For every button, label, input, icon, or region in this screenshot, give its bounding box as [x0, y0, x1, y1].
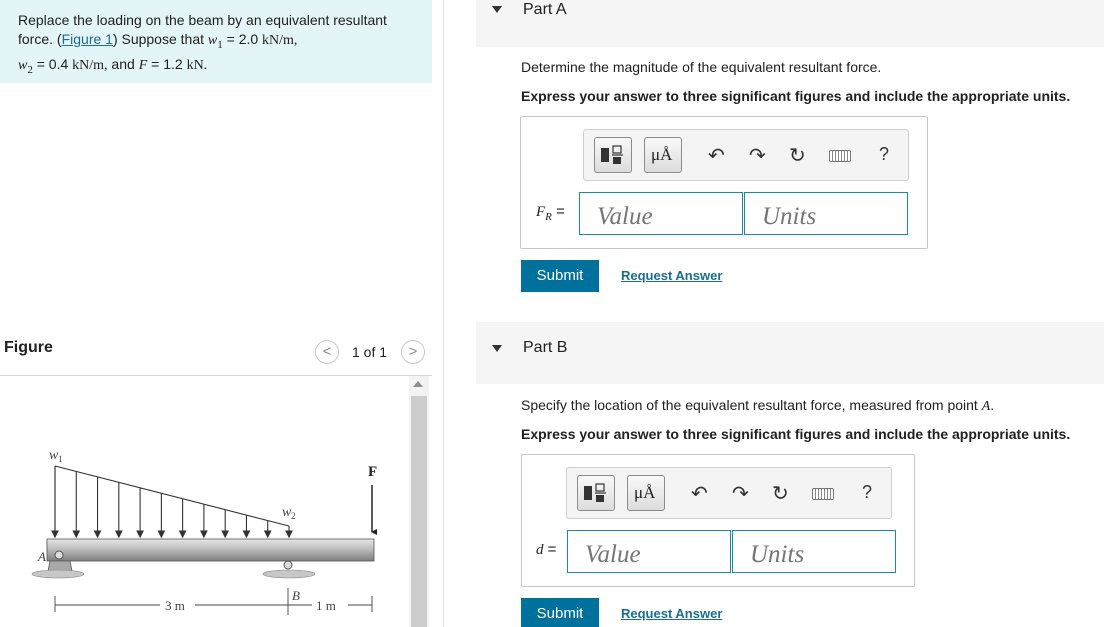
part-b-value-input[interactable] [567, 530, 731, 573]
collapse-arrow-icon[interactable] [492, 345, 502, 352]
beam [46, 538, 375, 562]
scroll-up-arrow-icon[interactable] [413, 381, 423, 387]
part-b-toolbar: μÅ ↶ ↷ ↻ ? [566, 467, 892, 519]
part-b-units-input[interactable] [732, 530, 896, 573]
keyboard-icon[interactable] [812, 488, 834, 500]
pin-support-a [47, 560, 73, 572]
units-symbol: μÅ [634, 483, 656, 502]
w2-symbol: w [18, 57, 28, 73]
load-arrow-head-icon [51, 530, 59, 539]
keyboard-icon[interactable] [829, 150, 851, 162]
part-b-title: Part B [523, 339, 568, 356]
force-f-label: F [368, 464, 377, 480]
load-arrow-head-icon [114, 530, 123, 539]
reset-icon[interactable]: ↻ [772, 481, 789, 506]
undo-icon[interactable]: ↶ [691, 481, 708, 506]
redo-icon[interactable]: ↷ [749, 143, 766, 168]
figure-link[interactable]: Figure 1 [62, 31, 113, 47]
roller-b-icon [283, 560, 293, 570]
units-button[interactable]: μÅ [627, 475, 665, 511]
point-a-label: A [37, 549, 46, 564]
part-a-instruction: Express your answer to three significant… [521, 88, 1071, 104]
load-arrow-head-icon [285, 530, 293, 539]
ground-b [262, 569, 316, 579]
f-value: = 1.2 [147, 55, 187, 72]
dimension-3m: 3 m [165, 598, 185, 613]
load-arrow-head-icon [72, 530, 81, 539]
part-a-toolbar: μÅ ↶ ↷ ↻ ? [583, 129, 909, 181]
templates-button[interactable] [577, 475, 615, 511]
help-icon[interactable]: ? [862, 482, 872, 503]
load-arrow-head-icon [200, 530, 208, 539]
figure-count: 1 of 1 [352, 344, 388, 360]
part-a-answer-box: μÅ ↶ ↷ ↻ ? FR = [520, 116, 928, 249]
part-b-question: Specify the location of the equivalent r… [521, 397, 994, 415]
part-b-question-end: . [990, 397, 995, 413]
figure-prev-button[interactable]: < [315, 340, 339, 364]
part-a-units-input[interactable] [744, 192, 908, 235]
part-a-header[interactable]: Part A [476, 0, 1104, 47]
part-a-question: Determine the magnitude of the equivalen… [521, 59, 882, 75]
fr-label-main: F [536, 204, 546, 220]
w1-value: = 2.0 [222, 31, 263, 47]
part-b-question-text: Specify the location of the equivalent r… [521, 397, 982, 413]
problem-statement: Replace the loading on the beam by an eq… [0, 0, 432, 83]
load-arrow-head-icon [93, 530, 102, 539]
f-unit: kN. [186, 57, 208, 73]
reset-icon[interactable]: ↻ [789, 143, 806, 168]
beam-figure: w 1 w 2 F A B 3 m 1 m [31, 448, 377, 615]
part-a-value-input[interactable] [579, 192, 743, 235]
w1-label-sub: 1 [58, 454, 63, 464]
part-b-header[interactable]: Part B [476, 322, 1104, 384]
panel-divider [443, 0, 444, 627]
load-arrow-head-icon [157, 530, 166, 539]
redo-icon[interactable]: ↷ [732, 481, 749, 506]
part-b-question-point: A [981, 399, 991, 414]
and-text: and [107, 55, 139, 72]
ground-a [31, 569, 85, 579]
collapse-arrow-icon[interactable] [492, 6, 502, 13]
fraction-template-icon [584, 483, 606, 502]
d-label-main: d [536, 542, 544, 558]
figure-next-button[interactable]: > [401, 340, 425, 364]
w1-unit: kN/m, [262, 33, 298, 48]
dimension-1m: 1 m [316, 598, 336, 613]
part-a-title: Part A [523, 1, 567, 18]
part-b-answer-box: μÅ ↶ ↷ ↻ ? d = [521, 454, 915, 587]
w1-symbol: w [207, 33, 218, 48]
load-arrows [51, 466, 293, 539]
w2-label-sub: 2 [291, 511, 296, 521]
f-symbol: F [138, 57, 148, 73]
point-b-label: B [292, 588, 300, 603]
part-b-submit-button[interactable]: Submit [521, 598, 599, 627]
fr-label: FR = [536, 203, 565, 223]
d-label-eq: = [543, 541, 557, 558]
w2-unit: kN/m, [72, 57, 108, 73]
fraction-template-icon [601, 145, 623, 164]
load-arrow-head-icon [263, 530, 272, 539]
units-button[interactable]: μÅ [644, 137, 682, 173]
load-arrow-head-icon [136, 530, 144, 539]
d-label: d = [536, 541, 556, 559]
load-arrow-head-icon [178, 530, 187, 539]
undo-icon[interactable]: ↶ [708, 143, 725, 168]
load-arrow-head-icon [221, 530, 230, 539]
fr-label-eq: = [551, 203, 565, 220]
figure-title: Figure [4, 339, 53, 356]
templates-button[interactable] [594, 137, 632, 173]
part-a-submit-button[interactable]: Submit [521, 260, 599, 292]
problem-text-2: ) Suppose that [112, 31, 208, 47]
help-icon[interactable]: ? [879, 144, 889, 165]
units-symbol: μÅ [651, 145, 673, 164]
distributed-load [54, 465, 290, 537]
fr-label-sub: R [545, 211, 552, 223]
part-a-request-answer-link[interactable]: Request Answer [621, 268, 722, 283]
figure-scrollbar-thumb[interactable] [411, 396, 427, 627]
w2-value: = 0.4 [32, 55, 73, 72]
part-b-instruction: Express your answer to three significant… [521, 426, 1071, 442]
pin-a-icon [54, 550, 64, 560]
part-b-request-answer-link[interactable]: Request Answer [621, 606, 722, 621]
load-arrow-head-icon [242, 530, 251, 539]
figure-header: Figure < 1 of 1 > [0, 332, 432, 376]
